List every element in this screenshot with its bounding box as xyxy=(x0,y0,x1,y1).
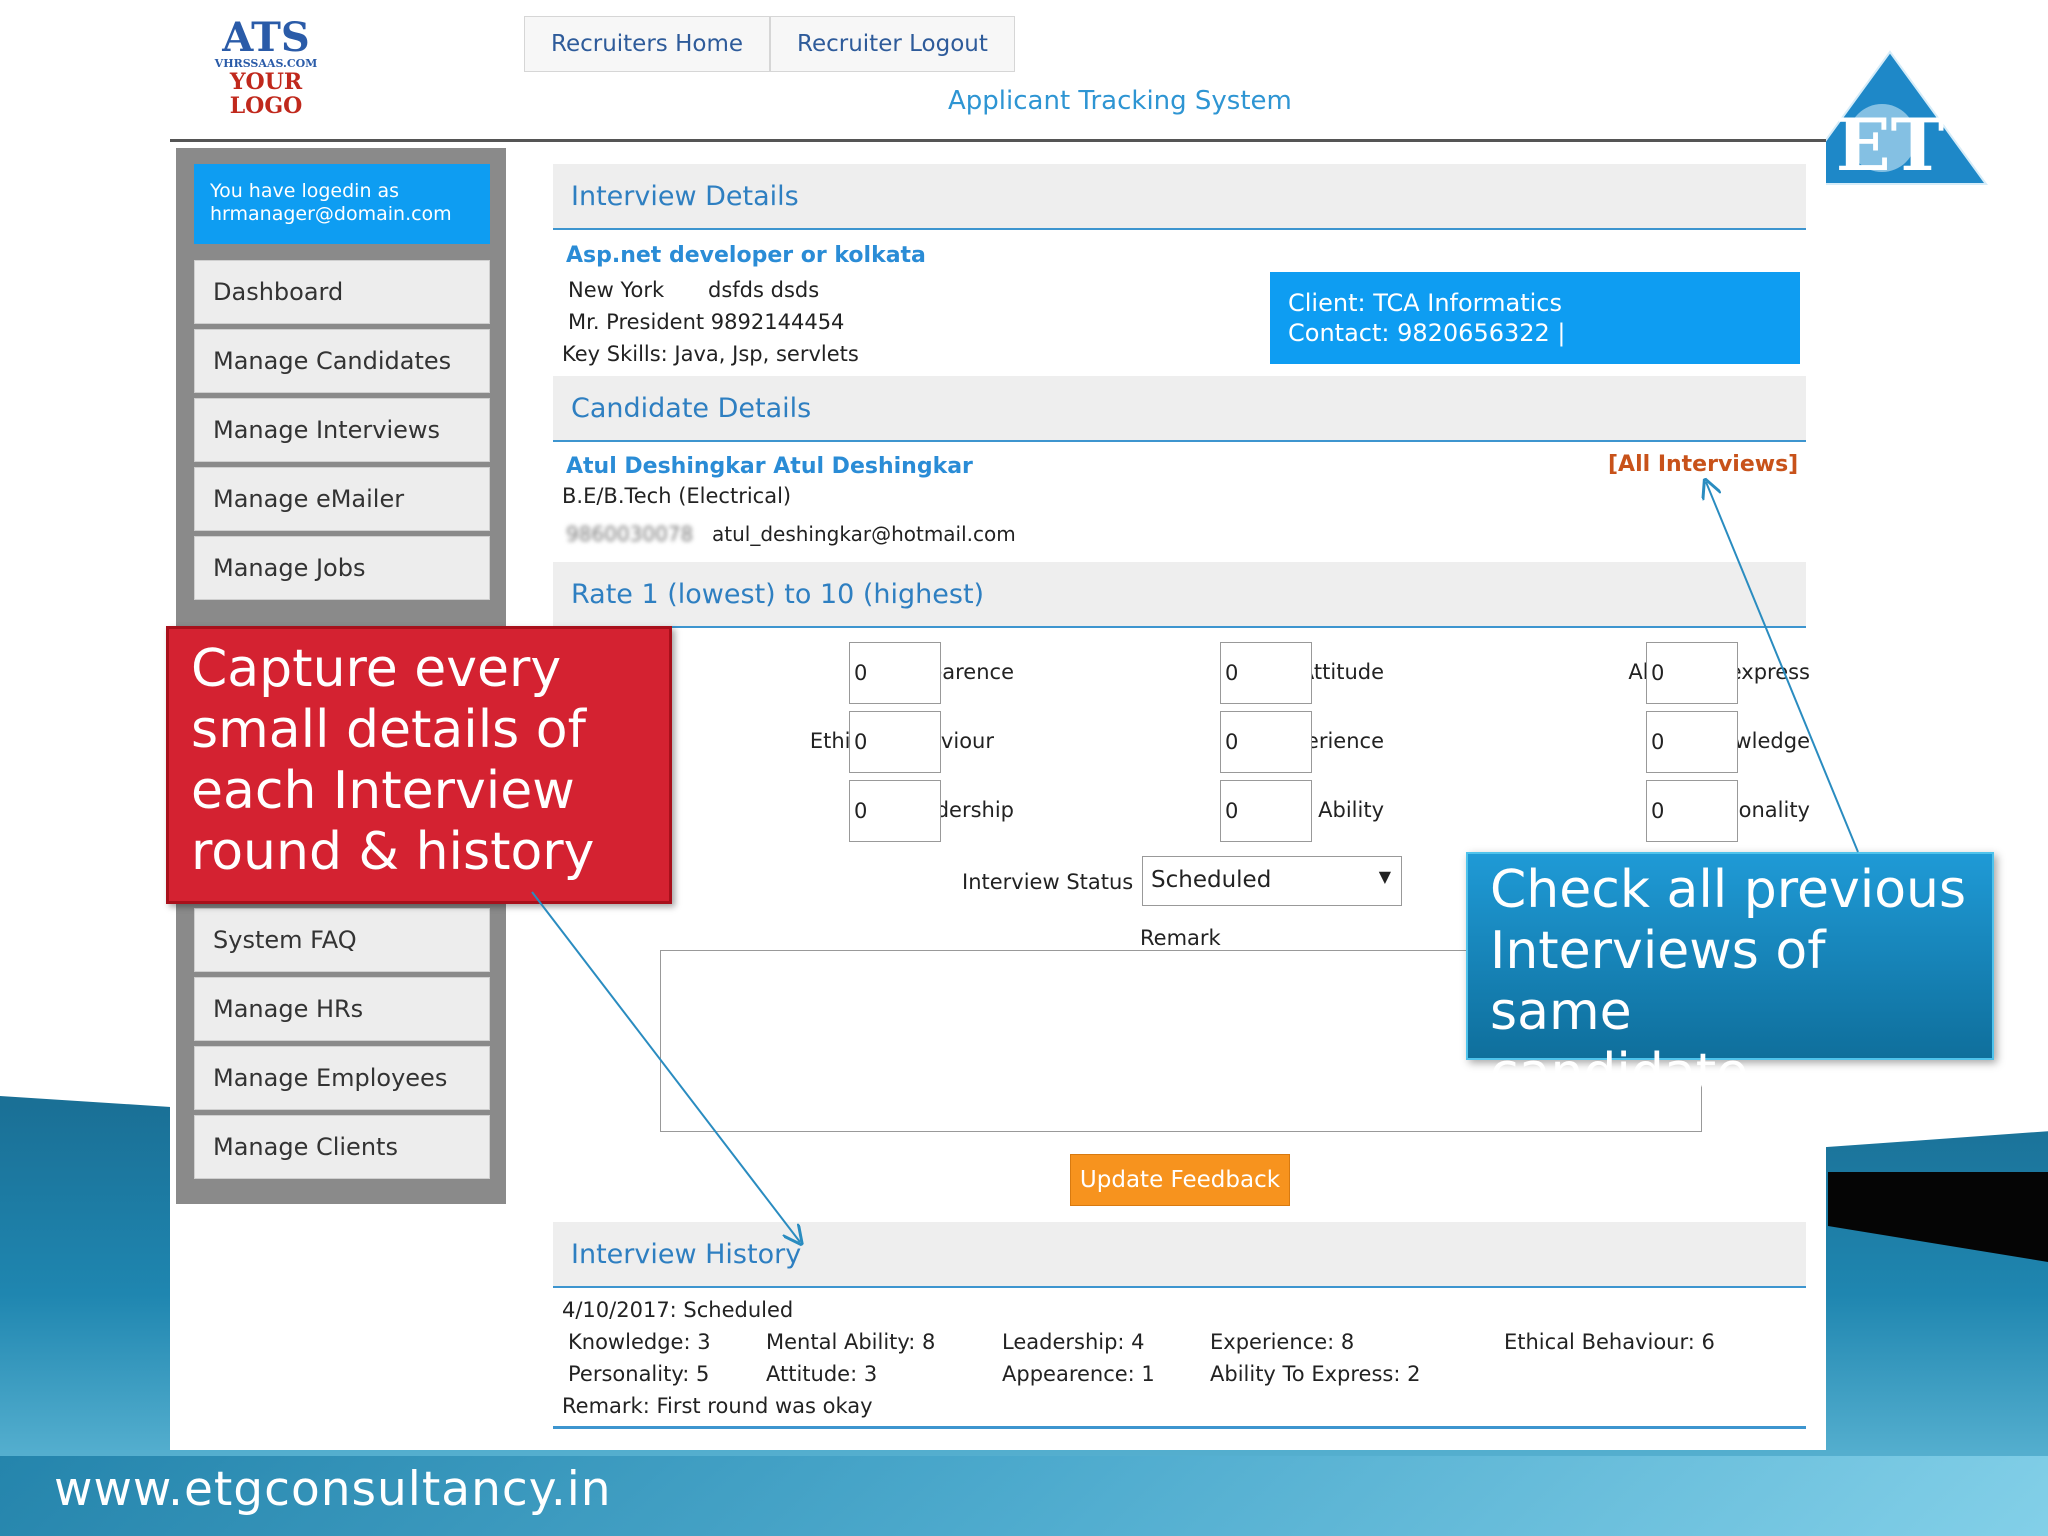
job-title-link[interactable]: Asp.net developer or kolkata xyxy=(566,243,926,268)
rate-label-personality: Personality xyxy=(1694,798,1810,822)
history-mental-ability: Mental Ability: 8 xyxy=(766,1330,936,1354)
callout-red-line-4: round & history xyxy=(191,822,595,882)
history-ethical-behaviour: Ethical Behaviour: 6 xyxy=(1504,1330,1715,1354)
job-contact: Mr. President 9892144454 xyxy=(568,310,845,334)
client-name: Client: TCA Informatics xyxy=(1288,289,1562,317)
history-appearence: Appearence: 1 xyxy=(1002,1362,1155,1386)
callout-check-previous-interviews: Check all previous Interviews of same ca… xyxy=(1466,852,1994,1103)
ats-logo: ATS VHRSSAAS.COM YOUR LOGO xyxy=(206,14,326,119)
update-feedback-button[interactable]: Update Feedback xyxy=(1070,1154,1290,1206)
rate-label-ethical-behaviour: Ethical Behaviour xyxy=(809,729,994,753)
interview-history-heading: Interview History xyxy=(553,1222,1806,1288)
app-subtitle: Applicant Tracking System xyxy=(948,86,1292,116)
login-email: hrmanager@domain.com xyxy=(210,203,452,225)
rate-input-appearence[interactable]: 0 xyxy=(849,642,941,704)
sidebar-item-manage-hrs[interactable]: Manage HRs xyxy=(194,977,490,1041)
history-bottom-divider xyxy=(553,1426,1806,1429)
sidebar-item-system-faq[interactable]: System FAQ xyxy=(194,908,490,972)
remark-label: Remark xyxy=(1140,926,1221,950)
sidebar-item-dashboard[interactable]: Dashboard xyxy=(194,260,490,324)
callout-red-line-1: Capture every xyxy=(191,639,562,699)
candidate-name-link[interactable]: Atul Deshingkar Atul Deshingkar xyxy=(566,454,973,479)
rate-input-experience[interactable]: 0 xyxy=(1220,711,1312,773)
et-logo-text: ET xyxy=(1836,102,1944,187)
callout-blue-line-1: Check all previous xyxy=(1490,860,1967,920)
rate-input-personality[interactable]: 0 xyxy=(1646,780,1738,842)
logo-logo: LOGO xyxy=(229,93,303,119)
header-divider xyxy=(170,139,1826,142)
candidate-qualification: B.E/B.Tech (Electrical) xyxy=(562,484,792,508)
candidate-details-heading: Candidate Details xyxy=(553,376,1806,442)
history-knowledge: Knowledge: 3 xyxy=(568,1330,711,1354)
chevron-down-icon: ▼ xyxy=(1378,867,1391,886)
footer-url: www.etgconsultancy.in xyxy=(54,1462,612,1517)
sidebar-item-manage-emailer[interactable]: Manage eMailer xyxy=(194,467,490,531)
history-leadership: Leadership: 4 xyxy=(1002,1330,1145,1354)
candidate-phone: 9860030078 xyxy=(566,522,694,546)
client-info-box: Client: TCA Informatics Contact: 9820656… xyxy=(1270,272,1800,364)
recruiters-home-link[interactable]: Recruiters Home xyxy=(524,16,771,72)
callout-blue-line-2: Interviews of same xyxy=(1490,921,1826,1042)
sidebar-item-manage-candidates[interactable]: Manage Candidates xyxy=(194,329,490,393)
rate-label-ability-to-express: Ability to express xyxy=(1628,660,1810,684)
history-remark: Remark: First round was okay xyxy=(562,1394,873,1418)
callout-red-line-3: each Interview xyxy=(191,761,575,821)
history-ability-to-express: Ability To Express: 2 xyxy=(1210,1362,1421,1386)
history-personality: Personality: 5 xyxy=(568,1362,710,1386)
job-location: dsfds dsds xyxy=(708,278,820,302)
interview-details-heading: Interview Details xyxy=(553,164,1806,230)
rate-input-ability-to-express[interactable]: 0 xyxy=(1646,642,1738,704)
candidate-email: atul_deshingkar@hotmail.com xyxy=(712,522,1016,546)
history-date-status: 4/10/2017: Scheduled xyxy=(562,1298,794,1322)
interview-status-select[interactable]: Scheduled ▼ xyxy=(1142,856,1402,906)
rate-input-attitude[interactable]: 0 xyxy=(1220,642,1312,704)
sidebar-item-manage-employees[interactable]: Manage Employees xyxy=(194,1046,490,1110)
history-experience: Experience: 8 xyxy=(1210,1330,1355,1354)
rate-input-leadership[interactable]: 0 xyxy=(849,780,941,842)
interview-status-label: Interview Status xyxy=(962,870,1134,894)
login-label: You have logedin as xyxy=(210,180,400,202)
rate-label-knowledge: Knowledge xyxy=(1694,729,1810,753)
callout-blue-line-3: candidate xyxy=(1490,1043,1749,1103)
all-interviews-link[interactable]: [All Interviews] xyxy=(1608,452,1798,477)
interview-status-value: Scheduled xyxy=(1151,867,1272,893)
login-info: You have logedin as hrmanager@domain.com xyxy=(194,164,490,244)
top-navigation: Recruiters Home Recruiter Logout xyxy=(524,16,1015,72)
history-attitude: Attitude: 3 xyxy=(766,1362,878,1386)
recruiter-logout-link[interactable]: Recruiter Logout xyxy=(770,16,1015,72)
sidebar-item-manage-jobs[interactable]: Manage Jobs xyxy=(194,536,490,600)
rate-input-mental-ability[interactable]: 0 xyxy=(1220,780,1312,842)
callout-red-line-2: small details of xyxy=(191,700,586,760)
logo-your: YOUR xyxy=(229,69,303,95)
logo-ats: ATS xyxy=(222,14,310,61)
rate-input-knowledge[interactable]: 0 xyxy=(1646,711,1738,773)
sidebar-item-manage-interviews[interactable]: Manage Interviews xyxy=(194,398,490,462)
job-city: New York xyxy=(568,278,665,302)
rating-heading: Rate 1 (lowest) to 10 (highest) xyxy=(553,562,1806,628)
sidebar-item-manage-clients[interactable]: Manage Clients xyxy=(194,1115,490,1179)
callout-capture-details: Capture every small details of each Inte… xyxy=(166,626,672,904)
job-key-skills: Key Skills: Java, Jsp, servlets xyxy=(562,342,859,366)
client-contact: Contact: 9820656322 | xyxy=(1288,319,1566,347)
rate-input-ethical-behaviour[interactable]: 0 xyxy=(849,711,941,773)
